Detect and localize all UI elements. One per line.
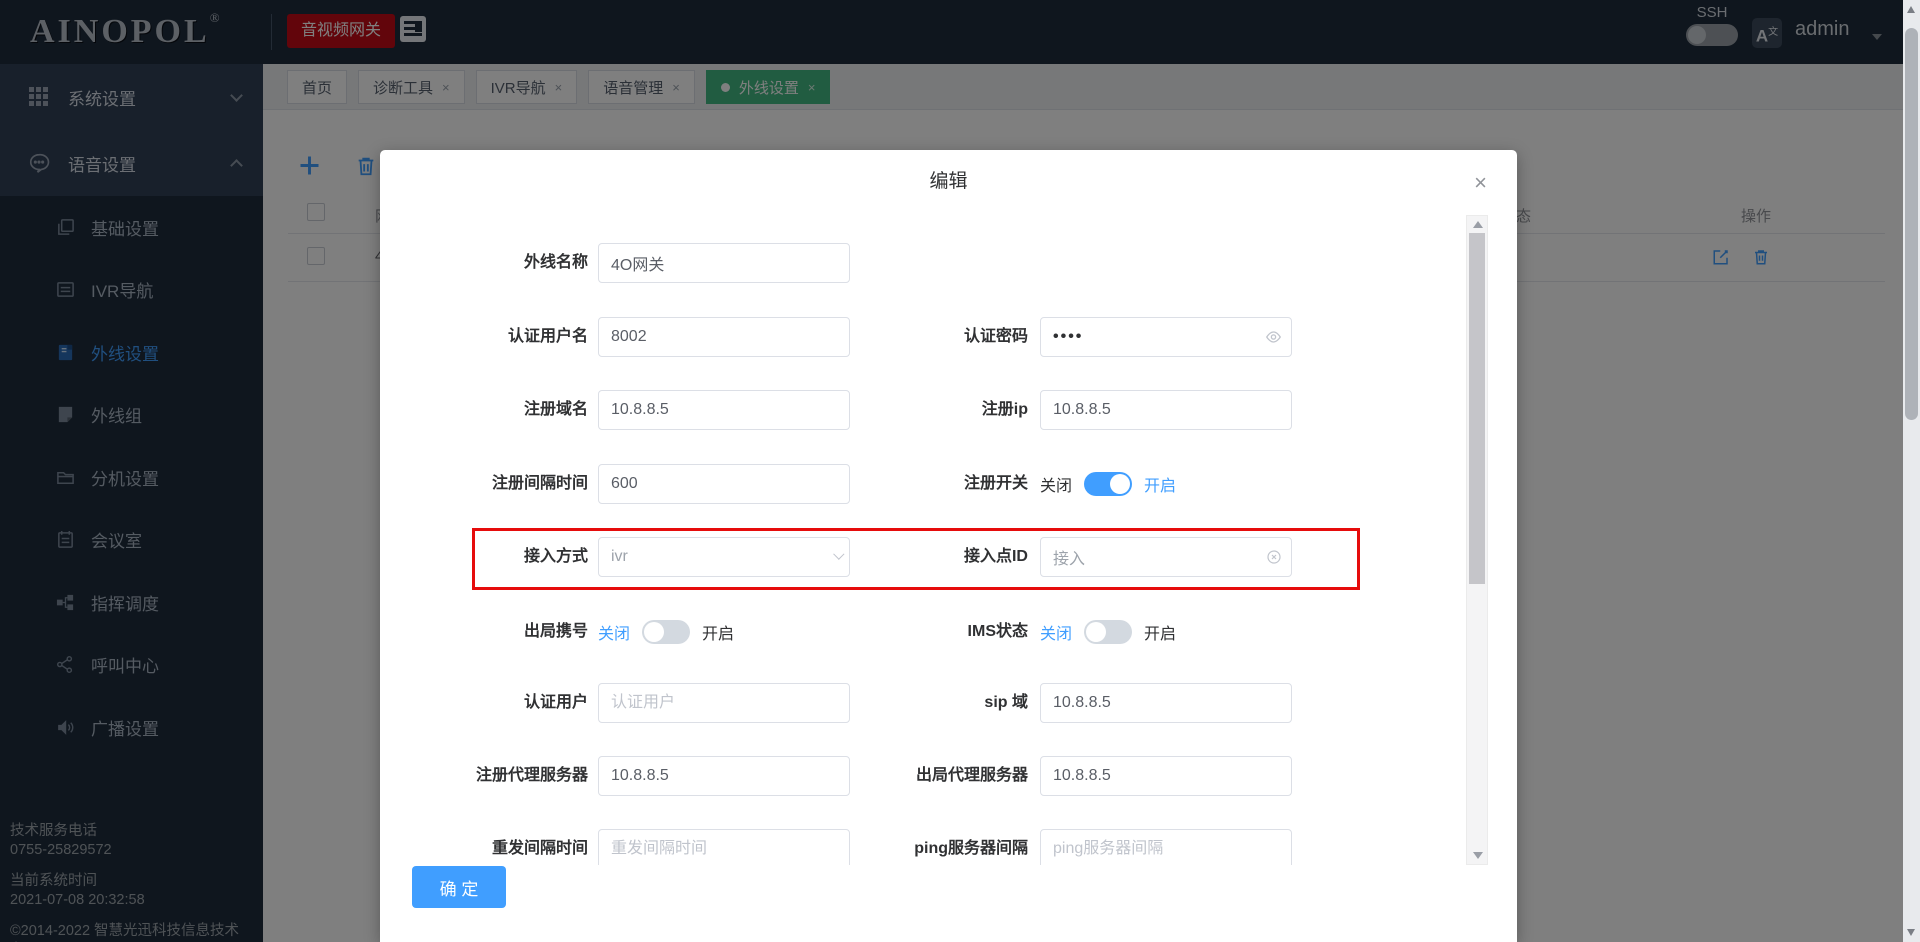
switch-on-label: 开启 xyxy=(702,626,735,643)
sip-domain-input[interactable] xyxy=(1040,683,1292,723)
field-label-ping-interval: ping服务器间隔 xyxy=(914,840,1028,857)
toggle-knob xyxy=(1110,474,1131,494)
scrollbar-thumb[interactable] xyxy=(1469,233,1485,584)
switch-off-label: 关闭 xyxy=(1040,478,1073,495)
form-row-highlighted: 接入方式 接入点ID xyxy=(380,537,1466,577)
outbound-proxy-input[interactable] xyxy=(1040,756,1292,796)
browser-scrollbar-thumb[interactable] xyxy=(1905,28,1918,420)
form-row: 注册域名 注册ip xyxy=(380,390,1466,430)
toggle-knob xyxy=(644,622,665,642)
dialog-scrollbar[interactable] xyxy=(1466,215,1488,865)
ims-status-switch-control: 关闭 开启 xyxy=(1040,612,1176,652)
auth-password-input[interactable] xyxy=(1040,317,1292,357)
field-label-access-point-id: 接入点ID xyxy=(963,548,1028,565)
switch-on-label: 开启 xyxy=(1144,478,1177,495)
eye-icon[interactable] xyxy=(1265,329,1282,346)
outbound-number-switch-control: 关闭 开启 xyxy=(598,612,734,652)
field-label-outbound-number: 出局携号 xyxy=(523,623,588,640)
field-label-register-domain: 注册域名 xyxy=(523,401,588,418)
field-label-auth-user: 认证用户 xyxy=(523,694,588,711)
switch-off-label: 关闭 xyxy=(598,626,631,643)
field-label-register-ip: 注册ip xyxy=(981,401,1028,418)
field-label-register-switch: 注册开关 xyxy=(963,475,1028,492)
scroll-down-arrow-icon[interactable] xyxy=(1473,852,1483,859)
dialog-form: 外线名称 认证用户名 认证密码 注册域名 xyxy=(380,150,1466,865)
field-label-auth-username: 认证用户名 xyxy=(507,328,588,345)
edit-dialog: 编辑 × 外线名称 认证用户名 认证密码 xyxy=(380,150,1517,942)
field-label-outbound-proxy: 出局代理服务器 xyxy=(915,767,1028,784)
field-label-trunk-name: 外线名称 xyxy=(523,254,588,271)
field-label-resend-interval: 重发间隔时间 xyxy=(491,840,588,857)
register-switch-control: 关闭 开启 xyxy=(1040,464,1176,504)
register-switch-toggle[interactable] xyxy=(1084,472,1133,496)
access-point-id-input[interactable] xyxy=(1040,537,1292,577)
form-row: 外线名称 xyxy=(380,243,1466,283)
trunk-name-input[interactable] xyxy=(598,243,850,283)
ping-interval-input[interactable] xyxy=(1040,829,1292,865)
toggle-knob xyxy=(1086,622,1107,642)
clear-icon[interactable] xyxy=(1266,549,1282,565)
field-label-ims-status: IMS状态 xyxy=(967,623,1028,640)
ims-status-toggle[interactable] xyxy=(1084,620,1133,644)
field-label-register-interval: 注册间隔时间 xyxy=(491,475,588,492)
form-row: 出局携号 关闭 开启 IMS状态 关闭 开启 xyxy=(380,612,1466,652)
field-label-access-mode: 接入方式 xyxy=(523,548,588,565)
confirm-button[interactable]: 确 定 xyxy=(412,866,506,908)
field-label-register-proxy: 注册代理服务器 xyxy=(475,767,588,784)
field-label-sip-domain: sip 域 xyxy=(984,694,1028,711)
browser-scrollbar[interactable] xyxy=(1903,0,1920,942)
form-row: 重发间隔时间 ping服务器间隔 xyxy=(380,829,1466,865)
switch-off-label: 关闭 xyxy=(1040,626,1073,643)
outbound-number-toggle[interactable] xyxy=(642,620,691,644)
form-row: 注册代理服务器 出局代理服务器 xyxy=(380,756,1466,796)
register-ip-input[interactable] xyxy=(1040,390,1292,430)
form-row: 认证用户 sip 域 xyxy=(380,683,1466,723)
switch-on-label: 开启 xyxy=(1144,626,1177,643)
close-icon[interactable]: × xyxy=(1474,172,1487,194)
field-label-auth-password: 认证密码 xyxy=(963,328,1028,345)
form-row: 注册间隔时间 注册开关 关闭 开启 xyxy=(380,464,1466,504)
scroll-up-arrow-icon[interactable] xyxy=(1473,221,1483,228)
scrollbar-up-arrow-icon[interactable] xyxy=(1907,6,1915,13)
form-row: 认证用户名 认证密码 xyxy=(380,317,1466,357)
scrollbar-down-arrow-icon[interactable] xyxy=(1907,929,1915,936)
